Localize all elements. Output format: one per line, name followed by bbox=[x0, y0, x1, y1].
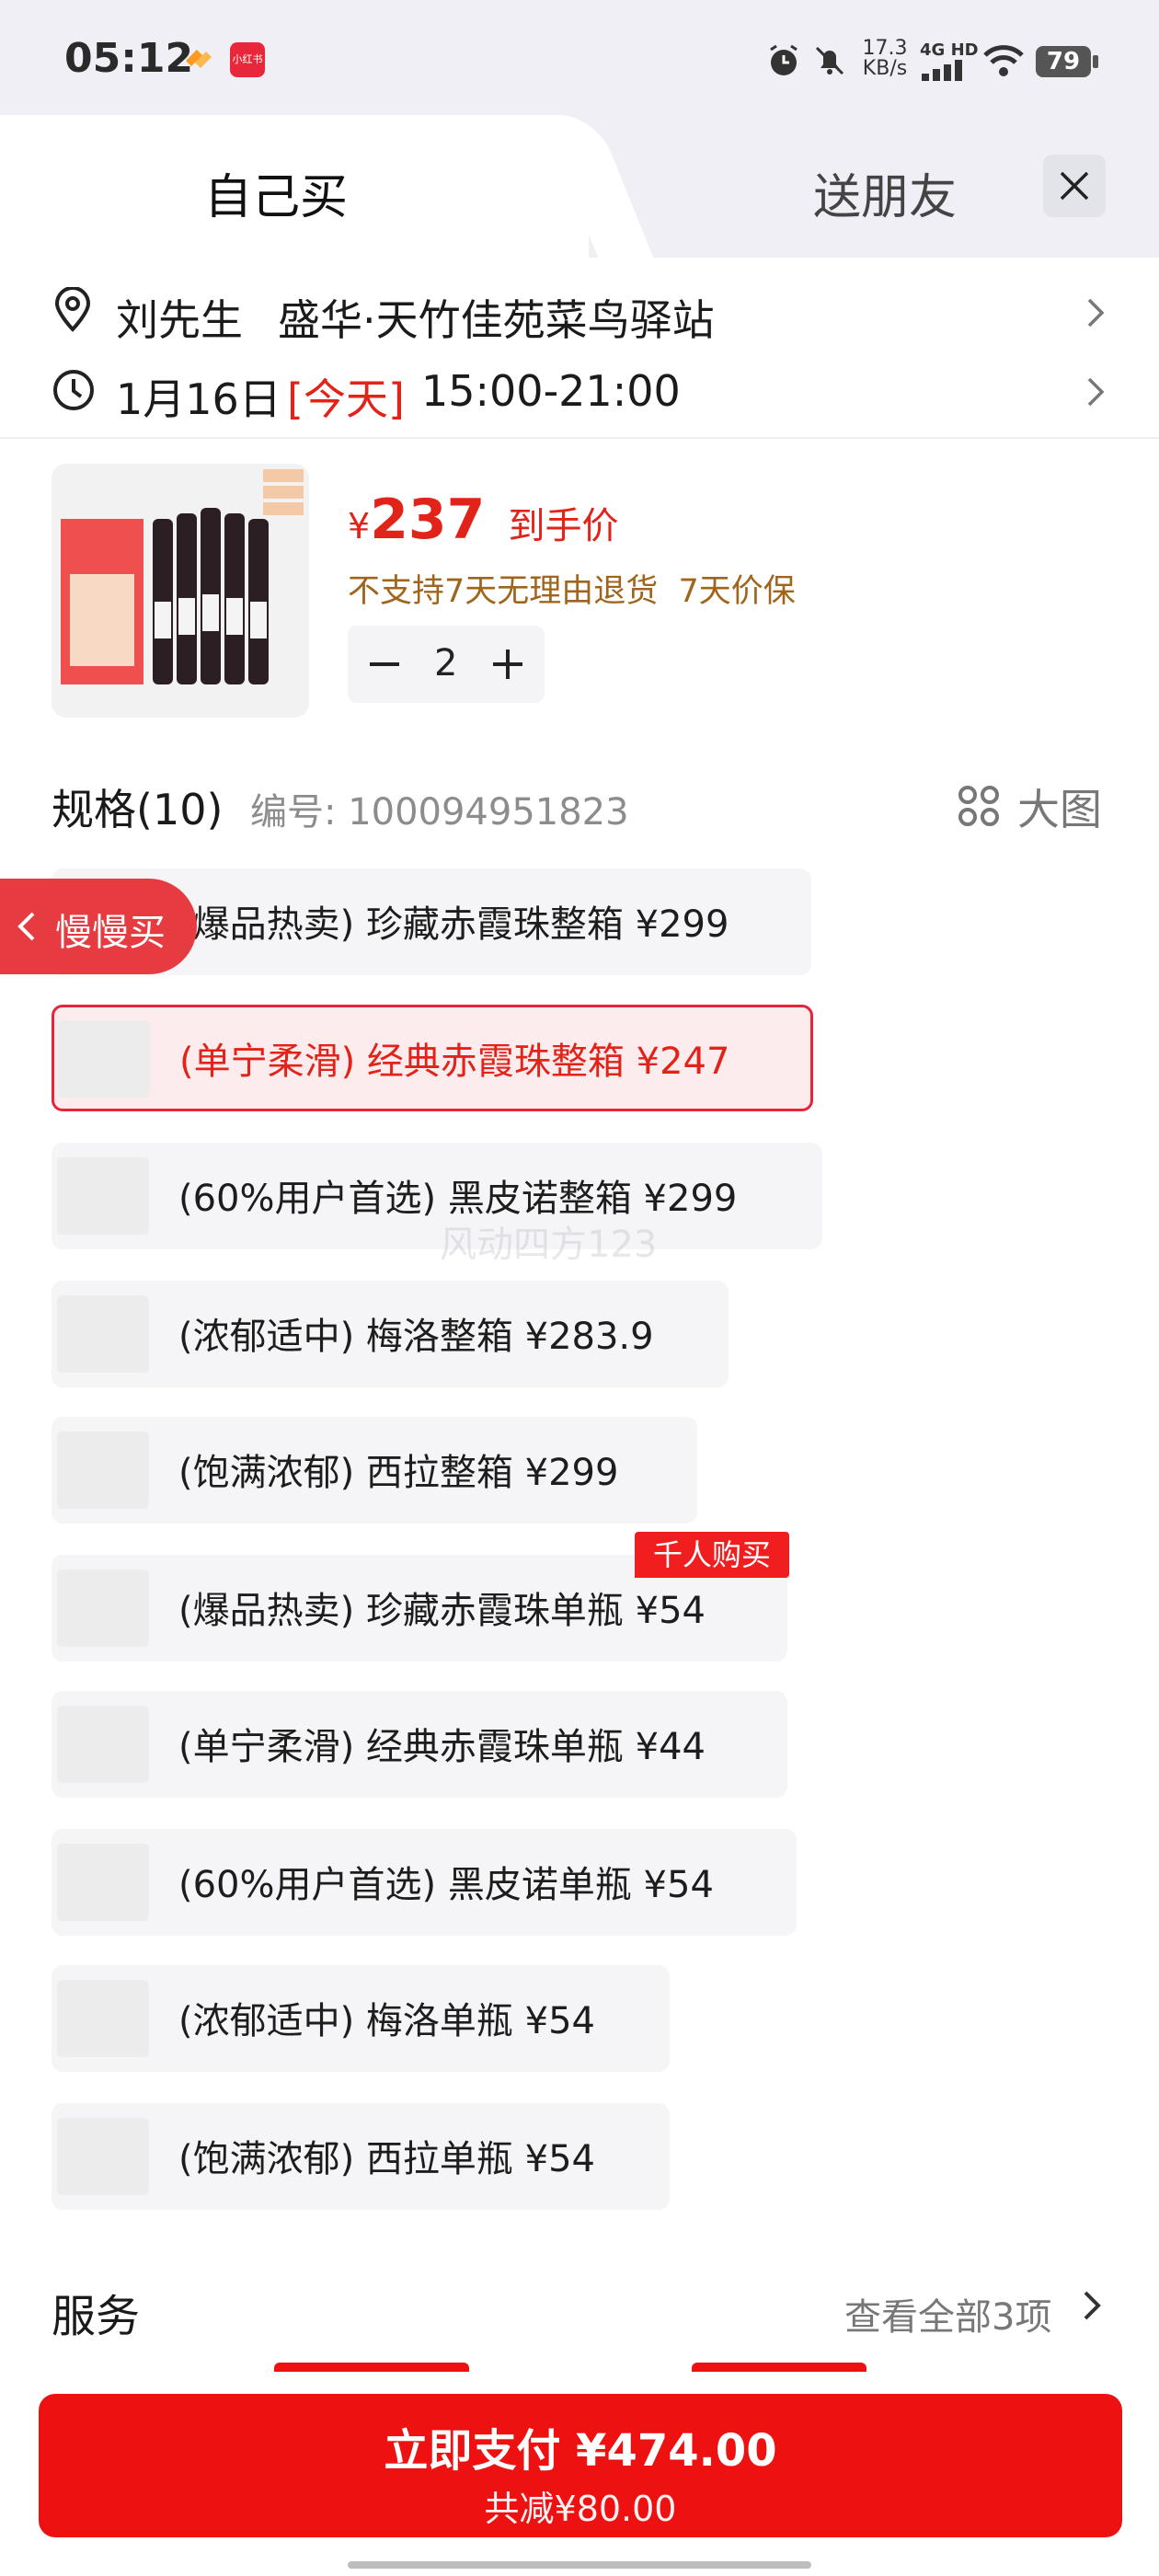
app-badge-icon: 小红书 bbox=[230, 42, 265, 77]
close-button[interactable] bbox=[1043, 155, 1106, 217]
status-time: 05:12 bbox=[64, 35, 194, 82]
spec-thumbnail bbox=[57, 1295, 149, 1373]
spec-thumbnail bbox=[57, 1844, 149, 1921]
battery-icon: 79 bbox=[1036, 46, 1091, 77]
slow-buy-label: 慢慢买 bbox=[55, 912, 166, 954]
spec-thumbnail bbox=[57, 1980, 149, 2057]
clock-icon bbox=[53, 370, 94, 410]
service-view-all[interactable]: 查看全部3项 bbox=[844, 2287, 1051, 2340]
app-notification-icon bbox=[186, 50, 212, 68]
spec-title: 规格(10) bbox=[52, 785, 224, 834]
delivery-time-row[interactable]: 1月16日 [今天] 15:00-21:00 bbox=[0, 355, 1159, 429]
spec-thumbnail bbox=[57, 2118, 149, 2195]
spec-thumbnail bbox=[57, 1570, 149, 1647]
watermark: 风动四方123 bbox=[440, 1224, 658, 1266]
spec-option[interactable]: (浓郁适中) 梅洛单瓶 ¥54 bbox=[52, 1965, 670, 2072]
net-speed: 17.3 bbox=[862, 37, 908, 60]
divider bbox=[0, 437, 1159, 439]
spec-option[interactable]: (饱满浓郁) 西拉单瓶 ¥54 bbox=[52, 2103, 670, 2210]
plus-icon[interactable] bbox=[491, 648, 524, 681]
recipient-name: 刘先生 bbox=[116, 295, 243, 345]
spec-option-selected[interactable]: (单宁柔滑) 经典赤霞珠整箱 ¥247 bbox=[52, 1005, 813, 1111]
alarm-icon bbox=[770, 44, 798, 75]
chevron-right-icon bbox=[1087, 377, 1105, 407]
home-indicator[interactable] bbox=[348, 2561, 811, 2569]
delivery-window: 15:00-21:00 bbox=[421, 366, 681, 416]
grid-icon bbox=[958, 786, 999, 826]
chevron-right-icon[interactable] bbox=[1082, 2289, 1102, 2322]
signal-icon bbox=[922, 60, 962, 81]
pay-now-button[interactable]: 立即支付 ¥474.00 共减¥80.00 bbox=[39, 2394, 1122, 2537]
spec-thumbnail bbox=[57, 1157, 149, 1235]
product-image[interactable] bbox=[52, 464, 309, 718]
wine-box-image bbox=[52, 464, 309, 718]
location-pin-icon bbox=[54, 287, 91, 332]
spec-option-label: (浓郁适中) 梅洛整箱 ¥283.9 bbox=[178, 1316, 654, 1358]
quantity-stepper: 2 bbox=[348, 626, 545, 703]
spec-option-label: (单宁柔滑) 经典赤霞珠单瓶 ¥44 bbox=[178, 1726, 706, 1768]
pay-discount: 共减¥80.00 bbox=[484, 2489, 677, 2529]
big-image-label: 大图 bbox=[1017, 785, 1102, 834]
chevron-left-icon bbox=[17, 912, 35, 941]
spec-option[interactable]: (60%用户首选) 黑皮诺单瓶 ¥54 bbox=[52, 1829, 797, 1936]
close-icon bbox=[1060, 171, 1089, 201]
pay-amount: 立即支付 ¥474.00 bbox=[384, 2425, 777, 2477]
network-type: 4G HD bbox=[920, 40, 979, 60]
spec-option-label: (爆品热卖) 珍藏赤霞珠单瓶 ¥54 bbox=[178, 1590, 706, 1632]
product-code: 编号: 100094951823 bbox=[250, 791, 629, 834]
spec-option-label: (单宁柔滑) 经典赤霞珠整箱 ¥247 bbox=[179, 1041, 730, 1083]
price-block: ¥237 到手价 bbox=[348, 488, 619, 552]
price-currency: ¥ bbox=[348, 506, 371, 546]
spec-option-label: (浓郁适中) 梅洛单瓶 ¥54 bbox=[178, 2000, 595, 2042]
slow-buy-button[interactable]: 慢慢买 bbox=[0, 879, 197, 974]
quantity-value[interactable]: 2 bbox=[434, 642, 457, 684]
tab-friend[interactable]: 送朋友 bbox=[813, 158, 957, 227]
wifi-icon bbox=[983, 45, 1024, 76]
chevron-right-icon bbox=[1087, 298, 1105, 328]
net-speed-unit: KB/s bbox=[862, 57, 908, 80]
spec-thumbnail bbox=[58, 1020, 150, 1098]
spec-option-label: (饱满浓郁) 西拉单瓶 ¥54 bbox=[178, 2138, 595, 2180]
tab-self[interactable]: 自己买 bbox=[204, 158, 348, 227]
address-row[interactable]: 刘先生 盛华·天竹佳苑菜鸟驿站 bbox=[0, 276, 1159, 350]
service-card-edge bbox=[274, 2363, 469, 2372]
hot-badge: 千人购买 bbox=[635, 1532, 789, 1578]
minus-icon[interactable] bbox=[368, 650, 401, 679]
spec-option-label: (爆品热卖) 珍藏赤霞珠整箱 ¥299 bbox=[178, 903, 729, 946]
spec-option-label: (60%用户首选) 黑皮诺单瓶 ¥54 bbox=[178, 1864, 714, 1906]
spec-thumbnail bbox=[57, 1432, 149, 1509]
spec-option[interactable]: (浓郁适中) 梅洛整箱 ¥283.9 bbox=[52, 1281, 729, 1387]
spec-option-label: (饱满浓郁) 西拉整箱 ¥299 bbox=[178, 1452, 619, 1494]
spec-option[interactable]: (单宁柔滑) 经典赤霞珠单瓶 ¥44 bbox=[52, 1691, 787, 1798]
pickup-location: 盛华·天竹佳苑菜鸟驿站 bbox=[278, 295, 715, 345]
today-tag: [今天] bbox=[287, 374, 405, 424]
big-image-toggle[interactable]: 大图 bbox=[957, 775, 1113, 834]
spec-option[interactable]: (饱满浓郁) 西拉整箱 ¥299 bbox=[52, 1417, 697, 1524]
spec-thumbnail bbox=[57, 1706, 149, 1783]
delivery-date: 1月16日 bbox=[116, 374, 281, 424]
return-policy: 不支持7天无理由退货 7天价保 bbox=[348, 573, 796, 610]
spec-option[interactable]: (60%用户首选) 黑皮诺整箱 ¥299 bbox=[52, 1143, 822, 1249]
mute-icon bbox=[815, 46, 844, 75]
price-label: 到手价 bbox=[508, 505, 619, 547]
price-value: 237 bbox=[370, 488, 486, 552]
service-title: 服务 bbox=[52, 2291, 141, 2342]
service-card-edge bbox=[692, 2363, 866, 2372]
